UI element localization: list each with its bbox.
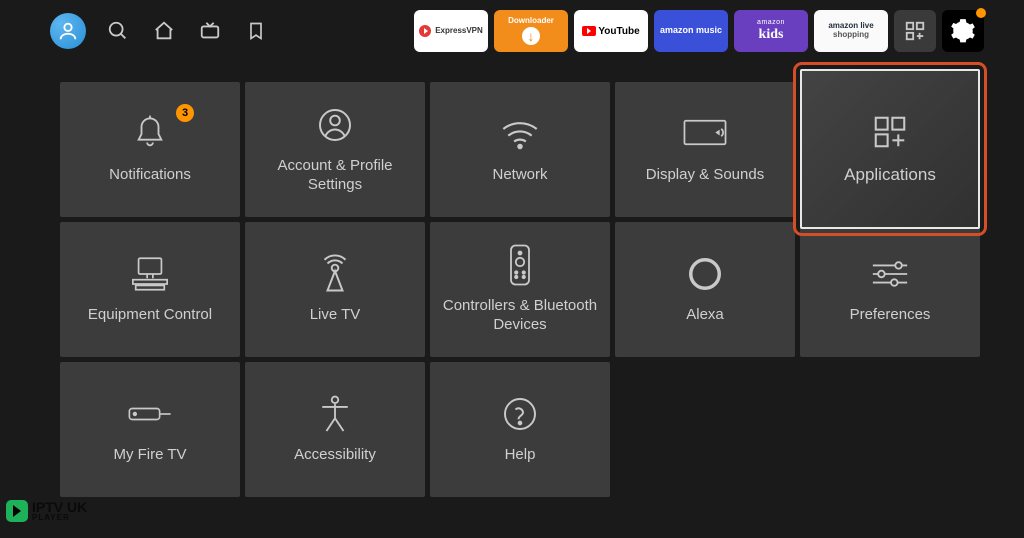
app-shortcut-expressvpn[interactable]: ExpressVPN	[414, 10, 488, 52]
accessibility-icon	[318, 394, 352, 434]
firetv-device-icon	[128, 394, 172, 434]
tile-controllers-bluetooth[interactable]: Controllers & Bluetooth Devices	[430, 222, 610, 357]
alexa-ring-icon	[686, 254, 724, 294]
tile-notifications[interactable]: 3 Notifications	[60, 82, 240, 217]
tile-label: Applications	[844, 164, 936, 185]
tile-alexa[interactable]: Alexa	[615, 222, 795, 357]
expressvpn-icon	[419, 25, 431, 37]
tile-label: Equipment Control	[88, 306, 212, 325]
tile-network[interactable]: Network	[430, 82, 610, 217]
equipment-icon	[130, 254, 170, 294]
tile-my-fire-tv[interactable]: My Fire TV	[60, 362, 240, 497]
tile-label: Network	[492, 166, 547, 185]
top-navigation: ExpressVPN Downloader ↓ YouTube amazon m…	[0, 0, 1024, 62]
person-icon	[317, 105, 353, 145]
app-shortcuts-row: ExpressVPN Downloader ↓ YouTube amazon m…	[414, 10, 984, 52]
tile-label: Notifications	[109, 166, 191, 185]
app-shortcut-amazon-kids[interactable]: amazonkids	[734, 10, 808, 52]
app-shortcut-youtube[interactable]: YouTube	[574, 10, 648, 52]
tile-label: Preferences	[850, 306, 931, 325]
download-arrow-icon: ↓	[522, 27, 540, 45]
profile-avatar[interactable]	[50, 13, 86, 49]
play-icon	[6, 500, 28, 522]
tile-label: Live TV	[310, 306, 361, 325]
tile-label: Controllers & Bluetooth Devices	[438, 297, 602, 335]
tile-display-sounds[interactable]: Display & Sounds	[615, 82, 795, 217]
apps-icon	[871, 112, 909, 152]
tile-label: Accessibility	[294, 446, 376, 465]
bookmark-icon[interactable]	[242, 17, 270, 45]
tile-equipment-control[interactable]: Equipment Control	[60, 222, 240, 357]
antenna-icon	[317, 254, 353, 294]
youtube-icon	[582, 26, 596, 36]
help-icon	[502, 394, 538, 434]
remote-icon	[509, 245, 531, 285]
tile-help[interactable]: Help	[430, 362, 610, 497]
tile-live-tv[interactable]: Live TV	[245, 222, 425, 357]
home-icon[interactable]	[150, 17, 178, 45]
tile-label: My Fire TV	[113, 446, 186, 465]
tile-label: Display & Sounds	[646, 166, 764, 185]
app-shortcut-amazon-music[interactable]: amazon music	[654, 10, 728, 52]
tv-icon[interactable]	[196, 17, 224, 45]
app-shortcut-downloader[interactable]: Downloader ↓	[494, 10, 568, 52]
tile-label: Account & Profile Settings	[253, 157, 417, 195]
notifications-badge: 3	[176, 104, 194, 122]
tile-label: Help	[505, 446, 536, 465]
apps-grid-button[interactable]	[894, 10, 936, 52]
sliders-icon	[870, 254, 910, 294]
tile-preferences[interactable]: Preferences	[800, 222, 980, 357]
app-shortcut-amazon-live[interactable]: amazon live shopping	[814, 10, 888, 52]
settings-notification-dot	[976, 8, 986, 18]
settings-button[interactable]	[942, 10, 984, 52]
bell-icon	[133, 114, 167, 154]
settings-grid: 3 Notifications Account & Profile Settin…	[0, 62, 1024, 497]
tile-accessibility[interactable]: Accessibility	[245, 362, 425, 497]
tile-applications[interactable]: Applications	[800, 69, 980, 229]
tile-label: Alexa	[686, 306, 724, 325]
display-icon	[683, 114, 727, 154]
wifi-icon	[500, 114, 540, 154]
tile-account-profile[interactable]: Account & Profile Settings	[245, 82, 425, 217]
search-icon[interactable]	[104, 17, 132, 45]
watermark-logo: IPTV UK PLAYER	[6, 500, 87, 522]
